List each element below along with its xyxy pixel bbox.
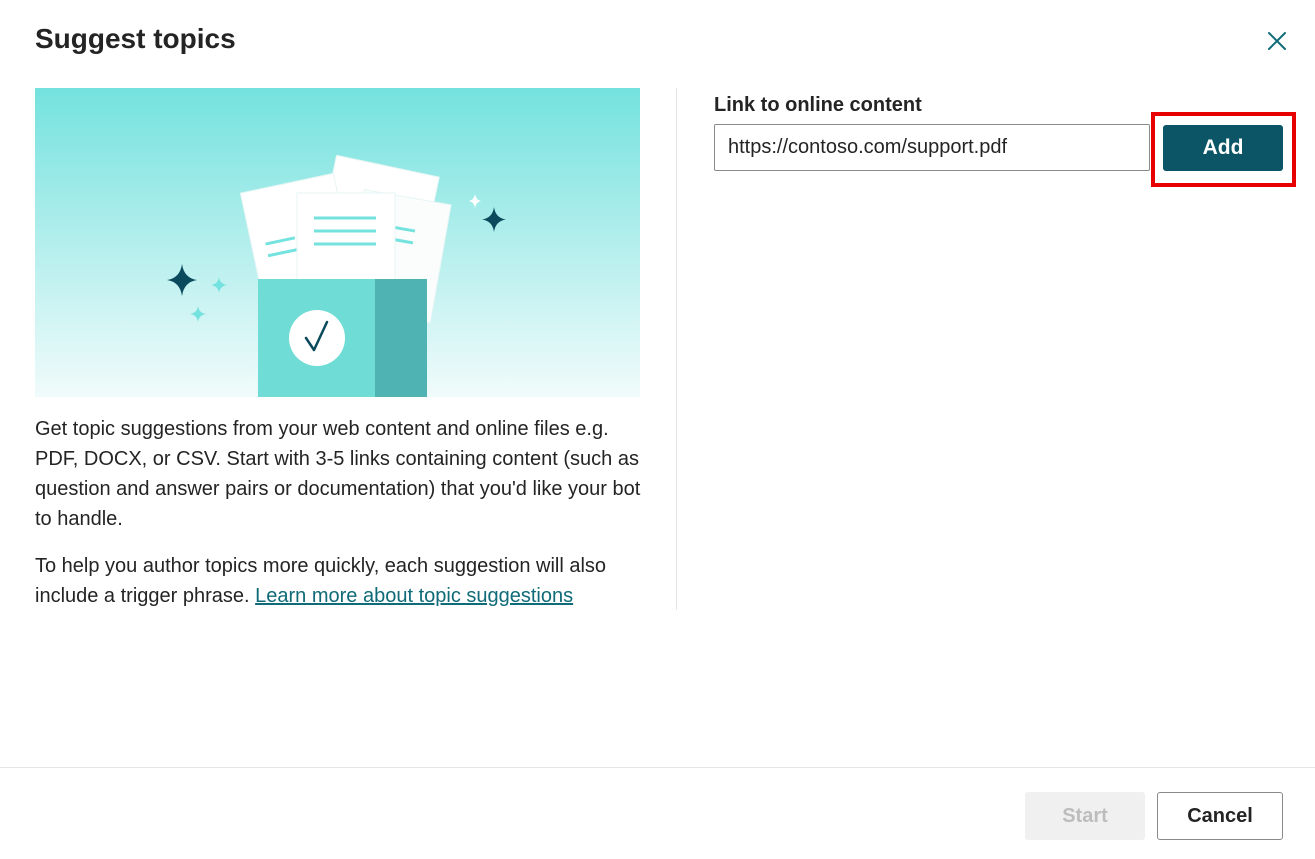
close-button[interactable] — [1262, 26, 1292, 56]
close-icon — [1268, 32, 1286, 50]
description-paragraph-1: Get topic suggestions from your web cont… — [35, 418, 641, 530]
cancel-button[interactable]: Cancel — [1157, 792, 1283, 840]
add-button[interactable]: Add — [1163, 125, 1283, 171]
footer-divider — [0, 767, 1315, 768]
vertical-divider — [676, 88, 677, 610]
dialog-title: Suggest topics — [35, 23, 236, 54]
link-input[interactable] — [714, 124, 1150, 171]
start-button[interactable]: Start — [1025, 792, 1145, 840]
illustration — [35, 88, 640, 397]
description-paragraph-2: To help you author topics more quickly, … — [35, 551, 650, 611]
documents-box-checkmark-icon — [35, 88, 640, 397]
suggest-topics-dialog: Suggest topics Get topic suggestions fro… — [0, 0, 1315, 859]
link-input-label: Link to online content — [714, 94, 922, 116]
learn-more-link[interactable]: Learn more about topic suggestions — [255, 585, 573, 607]
description: Get topic suggestions from your web cont… — [35, 414, 650, 611]
